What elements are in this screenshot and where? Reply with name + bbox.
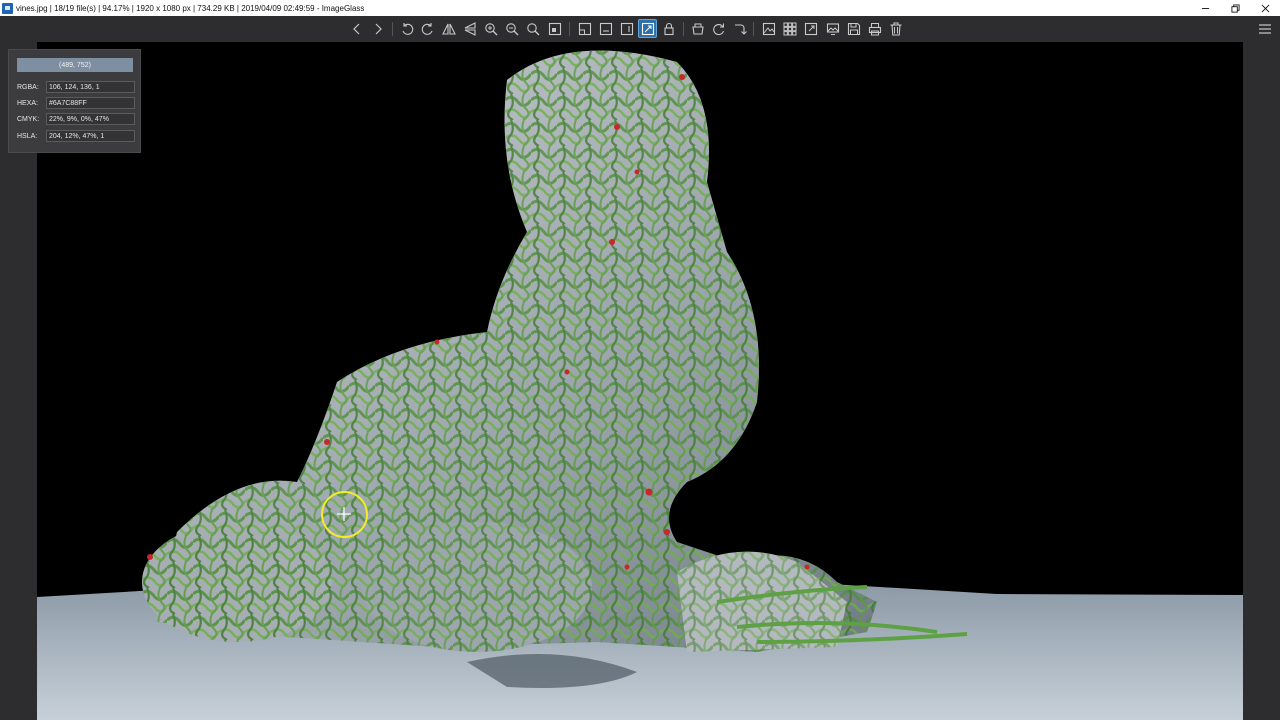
print-button[interactable]: [865, 19, 884, 38]
cmyk-value-field[interactable]: 22%, 9%, 0%, 47%: [46, 113, 135, 125]
toolbar-separator: [392, 22, 393, 36]
slideshow-button[interactable]: [759, 19, 778, 38]
crosshair-cursor-icon: [337, 507, 351, 521]
pixel-coordinates: (489, 752): [17, 58, 133, 72]
image-icon: [762, 22, 775, 35]
zoom-out-icon: [505, 22, 518, 35]
vines-sculpture-image: [37, 42, 1243, 720]
flip-vertical-icon: [464, 21, 476, 36]
minimize-icon: [1201, 7, 1209, 9]
scale-fill-icon: [641, 22, 654, 35]
main-menu-button[interactable]: [1256, 19, 1274, 38]
close-button[interactable]: [1250, 0, 1280, 16]
rgba-row: RGBA: 106, 124, 136, 1: [17, 81, 135, 93]
goto-image-button[interactable]: [730, 19, 749, 38]
rotate-left-icon: [401, 22, 413, 35]
chevron-left-icon: [352, 23, 359, 34]
lock-icon: [663, 22, 674, 35]
goto-icon: [734, 23, 747, 35]
toolbar: [0, 16, 1280, 42]
delete-button[interactable]: [886, 19, 905, 38]
next-image-button[interactable]: [368, 19, 387, 38]
restore-button[interactable]: [1220, 0, 1250, 16]
auto-zoom-icon: [578, 22, 591, 35]
zoom-fit-icon: [526, 22, 539, 35]
save-button[interactable]: [844, 19, 863, 38]
hsla-label: HSLA:: [17, 132, 38, 140]
image-viewer[interactable]: [0, 42, 1280, 720]
hsla-row: HSLA: 204, 12%, 47%, 1: [17, 130, 135, 142]
hexa-value-field[interactable]: #6A7C88FF: [46, 97, 135, 109]
lock-zoom-button[interactable]: [659, 19, 678, 38]
hamburger-menu-icon: [1259, 23, 1271, 34]
hexa-label: HEXA:: [17, 99, 39, 107]
refresh-icon: [712, 23, 724, 35]
flip-horizontal-button[interactable]: [439, 19, 458, 38]
rotate-left-button[interactable]: [397, 19, 416, 38]
rotate-right-button[interactable]: [418, 19, 437, 38]
scale-width-icon: [599, 22, 612, 35]
scale-to-fit-button[interactable]: [523, 19, 542, 38]
rotate-right-icon: [421, 22, 433, 35]
minimize-button[interactable]: [1190, 0, 1220, 16]
chevron-right-icon: [375, 23, 382, 34]
rgba-label: RGBA:: [17, 83, 39, 91]
image-canvas[interactable]: [37, 42, 1243, 720]
close-icon: [1261, 4, 1269, 12]
window-title: vines.jpg | 18/19 file(s) | 94.17% | 192…: [16, 3, 365, 13]
restore-icon: [1230, 3, 1240, 13]
hexa-row: HEXA: #6A7C88FF: [17, 97, 135, 109]
flip-vertical-button[interactable]: [460, 19, 479, 38]
flip-horizontal-icon: [441, 23, 456, 35]
color-picker-panel: (489, 752) RGBA: 106, 124, 136, 1 HEXA: …: [8, 49, 141, 153]
wallpaper-icon: [826, 22, 839, 35]
open-file-button[interactable]: [688, 19, 707, 38]
hsla-value-field[interactable]: 204, 12%, 47%, 1: [46, 130, 135, 142]
zoom-in-icon: [484, 22, 497, 35]
trash-icon: [890, 22, 901, 36]
scale-to-width-button[interactable]: [596, 19, 615, 38]
previous-image-button[interactable]: [347, 19, 366, 38]
window-controls: [1190, 0, 1280, 16]
toolbar-separator: [753, 22, 754, 36]
refresh-button[interactable]: [709, 19, 728, 38]
auto-zoom-button[interactable]: [575, 19, 594, 38]
actual-size-icon: [548, 22, 561, 35]
fullscreen-icon: [804, 22, 817, 35]
thumbnail-grid-icon: [783, 22, 797, 36]
toolbar-separator: [569, 22, 570, 36]
title-bar: vines.jpg | 18/19 file(s) | 94.17% | 192…: [0, 0, 1280, 16]
scale-to-fill-button[interactable]: [638, 19, 657, 38]
cmyk-row: CMYK: 22%, 9%, 0%, 47%: [17, 113, 135, 125]
print-icon: [868, 22, 881, 35]
fullscreen-button[interactable]: [801, 19, 820, 38]
scale-to-height-button[interactable]: [617, 19, 636, 38]
thumbnails-button[interactable]: [780, 19, 799, 38]
zoom-out-button[interactable]: [502, 19, 521, 38]
cmyk-label: CMYK:: [17, 115, 40, 123]
rgba-value-field[interactable]: 106, 124, 136, 1: [46, 81, 135, 93]
zoom-in-button[interactable]: [481, 19, 500, 38]
actual-size-button[interactable]: [545, 19, 564, 38]
open-icon: [691, 23, 704, 35]
scale-height-icon: [620, 22, 633, 35]
imageglass-app-icon: [2, 2, 13, 14]
toolbar-separator: [683, 22, 684, 36]
save-icon: [847, 22, 860, 35]
set-wallpaper-button[interactable]: [823, 19, 842, 38]
